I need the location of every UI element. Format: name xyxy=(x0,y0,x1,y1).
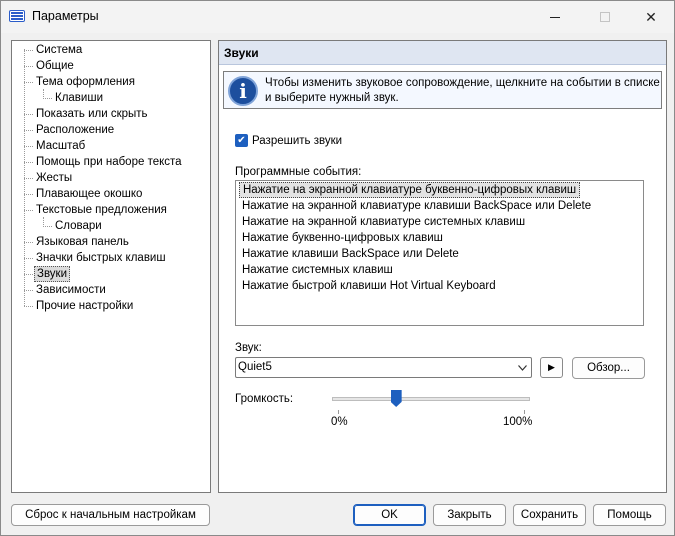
tree-guide-line xyxy=(24,274,33,275)
tree-item[interactable]: Звуки xyxy=(34,266,71,282)
sound-select[interactable]: Quiet5 xyxy=(235,357,532,378)
volume-slider-thumb[interactable] xyxy=(390,390,402,407)
title-bar: Параметры ✕ xyxy=(1,1,674,33)
event-list-item[interactable]: Нажатие системных клавиш xyxy=(239,262,396,278)
play-sound-button[interactable]: ▶ xyxy=(540,357,563,378)
event-list-item[interactable]: Нажатие на экранной клавиатуре клавиши B… xyxy=(239,198,594,214)
tree-item[interactable]: Тема оформления xyxy=(34,74,137,90)
minimize-icon xyxy=(550,16,560,18)
tree-guide-line xyxy=(24,178,33,179)
info-icon: i xyxy=(228,76,258,106)
settings-tree[interactable]: Система Общие Тема оформления Клавиши Показа… xyxy=(11,40,211,493)
tree-item[interactable]: Прочие настройки xyxy=(34,298,135,314)
browse-button[interactable]: Обзор... xyxy=(572,357,645,379)
tree-guide-line xyxy=(43,89,44,97)
tree-item[interactable]: Общие xyxy=(34,58,76,74)
enable-sounds-label[interactable]: Разрешить звуки xyxy=(252,134,342,148)
events-label: Программные события: xyxy=(235,166,362,178)
tree-guide-line xyxy=(43,98,52,99)
tree-item[interactable]: Текстовые предложения xyxy=(34,202,169,218)
tree-guide-line xyxy=(24,258,33,259)
sound-select-value: Quiet5 xyxy=(238,361,272,373)
panel-title: Звуки xyxy=(219,41,666,65)
play-icon: ▶ xyxy=(548,362,555,372)
tree-item[interactable]: Показать или скрыть xyxy=(34,106,150,122)
enable-sounds-checkbox[interactable]: ✔ xyxy=(235,134,248,147)
tree-item[interactable]: Клавиши xyxy=(53,90,105,106)
slider-tick xyxy=(338,410,339,414)
settings-window: Параметры ✕ Система Общие Тема оформления К… xyxy=(0,0,675,536)
event-list-item[interactable]: Нажатие буквенно-цифровых клавиш xyxy=(239,230,446,246)
tree-guide-line xyxy=(24,194,33,195)
sounds-panel: Звуки i Чтобы изменить звуковое сопровож… xyxy=(218,40,667,493)
tree-guide-line xyxy=(24,162,33,163)
tree-guide-line xyxy=(43,217,44,225)
tree-guide-line xyxy=(24,290,33,291)
volume-slider[interactable] xyxy=(332,397,530,401)
tree-item[interactable]: Значки быстрых клавиш xyxy=(34,250,168,266)
tree-guide-line xyxy=(24,242,33,243)
ok-button[interactable]: OK xyxy=(353,504,426,526)
tree-guide-line xyxy=(24,50,33,51)
tree-item[interactable]: Жесты xyxy=(34,170,74,186)
window-title: Параметры xyxy=(32,9,99,23)
volume-label: Громкость: xyxy=(235,393,294,405)
maximize-button xyxy=(582,1,628,33)
tree-item[interactable]: Расположение xyxy=(34,122,116,138)
tree-guide-line xyxy=(24,210,33,211)
close-button[interactable]: Закрыть xyxy=(433,504,506,526)
tree-item[interactable]: Языковая панель xyxy=(34,234,131,250)
sound-label: Звук: xyxy=(235,342,262,354)
info-box: i Чтобы изменить звуковое сопровождение,… xyxy=(223,71,662,109)
event-list-item[interactable]: Нажатие на экранной клавиатуре буквенно-… xyxy=(239,182,581,198)
tree-guide-line xyxy=(24,146,33,147)
info-text: Чтобы изменить звуковое сопровождение, щ… xyxy=(265,77,660,104)
tree-guide-line xyxy=(24,82,33,83)
volume-max-label: 100% xyxy=(503,416,533,428)
help-button[interactable]: Помощь xyxy=(593,504,666,526)
slider-tick xyxy=(524,410,525,414)
volume-min-label: 0% xyxy=(331,416,348,428)
tree-item[interactable]: Плавающее окошко xyxy=(34,186,144,202)
event-list-item[interactable]: Нажатие на экранной клавиатуре системных… xyxy=(239,214,528,230)
tree-item[interactable]: Зависимости xyxy=(34,282,108,298)
event-list-item[interactable]: Нажатие быстрой клавиши Hot Virtual Keyb… xyxy=(239,278,499,294)
checkmark-icon: ✔ xyxy=(237,135,246,146)
reset-button[interactable]: Сброс к начальным настройкам xyxy=(11,504,210,526)
chevron-down-icon xyxy=(517,358,527,377)
maximize-icon xyxy=(600,12,610,22)
tree-guide-line xyxy=(24,130,33,131)
tree-guide-line xyxy=(43,226,52,227)
event-list-item[interactable]: Нажатие клавиши BackSpace или Delete xyxy=(239,246,462,262)
tree-item[interactable]: Система xyxy=(34,42,84,58)
close-window-button[interactable]: ✕ xyxy=(628,1,674,33)
save-button[interactable]: Сохранить xyxy=(513,504,586,526)
tree-item[interactable]: Словари xyxy=(53,218,104,234)
tree-guide-line xyxy=(24,66,33,67)
events-list[interactable]: Нажатие на экранной клавиатуре буквенно-… xyxy=(235,180,644,326)
tree-item[interactable]: Помощь при наборе текста xyxy=(34,154,184,170)
tree-item[interactable]: Масштаб xyxy=(34,138,87,154)
tree-guide-line xyxy=(24,306,33,307)
close-icon: ✕ xyxy=(645,8,657,25)
keyboard-icon xyxy=(9,10,25,22)
minimize-button[interactable] xyxy=(532,1,578,33)
tree-guide-line xyxy=(24,114,33,115)
